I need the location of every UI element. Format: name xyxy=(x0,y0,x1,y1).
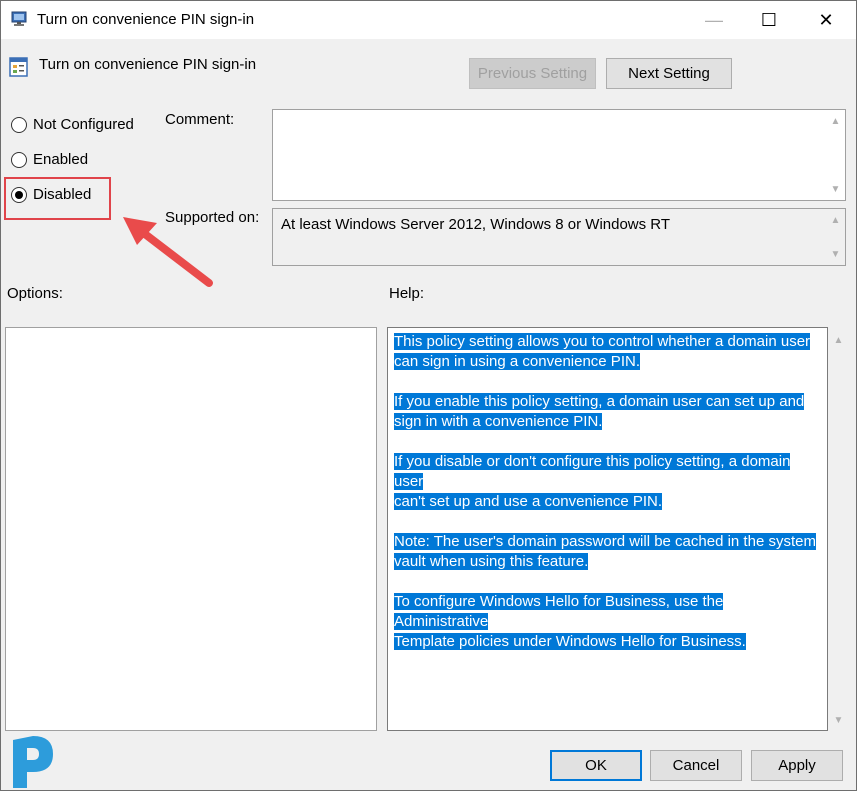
help-label: Help: xyxy=(389,285,425,302)
previous-setting-button[interactable]: Previous Setting xyxy=(469,58,596,89)
options-label: Options: xyxy=(7,285,63,302)
radio-circle xyxy=(11,151,27,168)
help-line: Note: The user's domain password will be… xyxy=(394,533,816,550)
scroll-down-icon[interactable]: ▼ xyxy=(829,711,848,729)
help-paragraph: To configure Windows Hello for Business,… xyxy=(394,592,819,652)
scroll-down-icon[interactable]: ▼ xyxy=(826,180,845,198)
help-paragraph: Note: The user's domain password will be… xyxy=(394,532,819,572)
help-line: can sign in using a convenience PIN. xyxy=(394,353,640,370)
next-setting-button[interactable]: Next Setting xyxy=(606,58,732,89)
policy-setting-icon xyxy=(9,57,28,77)
help-text: This policy setting allows you to contro… xyxy=(394,332,819,672)
help-line: Template policies under Windows Hello fo… xyxy=(394,633,746,650)
radio-circle xyxy=(11,116,27,133)
scroll-up-icon[interactable]: ▲ xyxy=(826,211,845,229)
comment-scrollbar[interactable]: ▲ ▼ xyxy=(826,110,845,200)
supported-scrollbar[interactable]: ▲ ▼ xyxy=(826,209,845,265)
help-line: sign in with a convenience PIN. xyxy=(394,413,603,430)
help-line: can't set up and use a convenience PIN. xyxy=(394,493,663,510)
window-title: Turn on convenience PIN sign-in xyxy=(37,11,255,28)
help-line: vault when using this feature. xyxy=(394,553,589,570)
supported-on-value: At least Windows Server 2012, Windows 8 … xyxy=(281,216,671,233)
help-paragraph: If you disable or don't configure this p… xyxy=(394,452,819,512)
apply-button[interactable]: Apply xyxy=(751,750,843,781)
help-line: If you disable or don't configure this p… xyxy=(394,453,791,490)
comment-textarea[interactable]: ▲ ▼ xyxy=(272,109,846,201)
help-paragraph: This policy setting allows you to contro… xyxy=(394,332,819,372)
radio-enabled[interactable]: Enabled xyxy=(11,151,88,168)
close-button[interactable]: ✕ xyxy=(798,1,854,39)
ok-button[interactable]: OK xyxy=(550,750,642,781)
supported-on-label: Supported on: xyxy=(165,209,260,226)
title-bar: Turn on convenience PIN sign-in — ☐ ✕ xyxy=(1,1,856,39)
radio-label: Enabled xyxy=(33,151,89,168)
scroll-down-icon[interactable]: ▼ xyxy=(826,245,845,263)
cancel-button[interactable]: Cancel xyxy=(650,750,742,781)
radio-not-configured[interactable]: Not Configured xyxy=(11,116,134,133)
help-line: If you enable this policy setting, a dom… xyxy=(394,393,805,410)
scroll-up-icon[interactable]: ▲ xyxy=(829,331,848,349)
scroll-up-icon[interactable]: ▲ xyxy=(826,112,845,130)
supported-on-field: At least Windows Server 2012, Windows 8 … xyxy=(272,208,846,266)
help-line: To configure Windows Hello for Business,… xyxy=(394,593,724,630)
brand-logo xyxy=(13,736,53,788)
comment-label: Comment: xyxy=(165,111,235,128)
policy-title: Turn on convenience PIN sign-in xyxy=(39,56,257,73)
options-panel xyxy=(5,327,377,731)
radio-label: Not Configured xyxy=(33,116,134,133)
policy-app-icon xyxy=(11,11,27,26)
help-paragraph: If you enable this policy setting, a dom… xyxy=(394,392,819,432)
annotation-highlight-box xyxy=(4,177,111,220)
policy-dialog: Turn on convenience PIN sign-in — ☐ ✕ Tu… xyxy=(0,0,857,791)
help-line: This policy setting allows you to contro… xyxy=(394,333,811,350)
minimize-button[interactable]: — xyxy=(686,1,742,39)
help-panel[interactable]: This policy setting allows you to contro… xyxy=(387,327,828,731)
help-scrollbar[interactable]: ▲ ▼ xyxy=(829,327,848,731)
maximize-button[interactable]: ☐ xyxy=(741,1,797,39)
